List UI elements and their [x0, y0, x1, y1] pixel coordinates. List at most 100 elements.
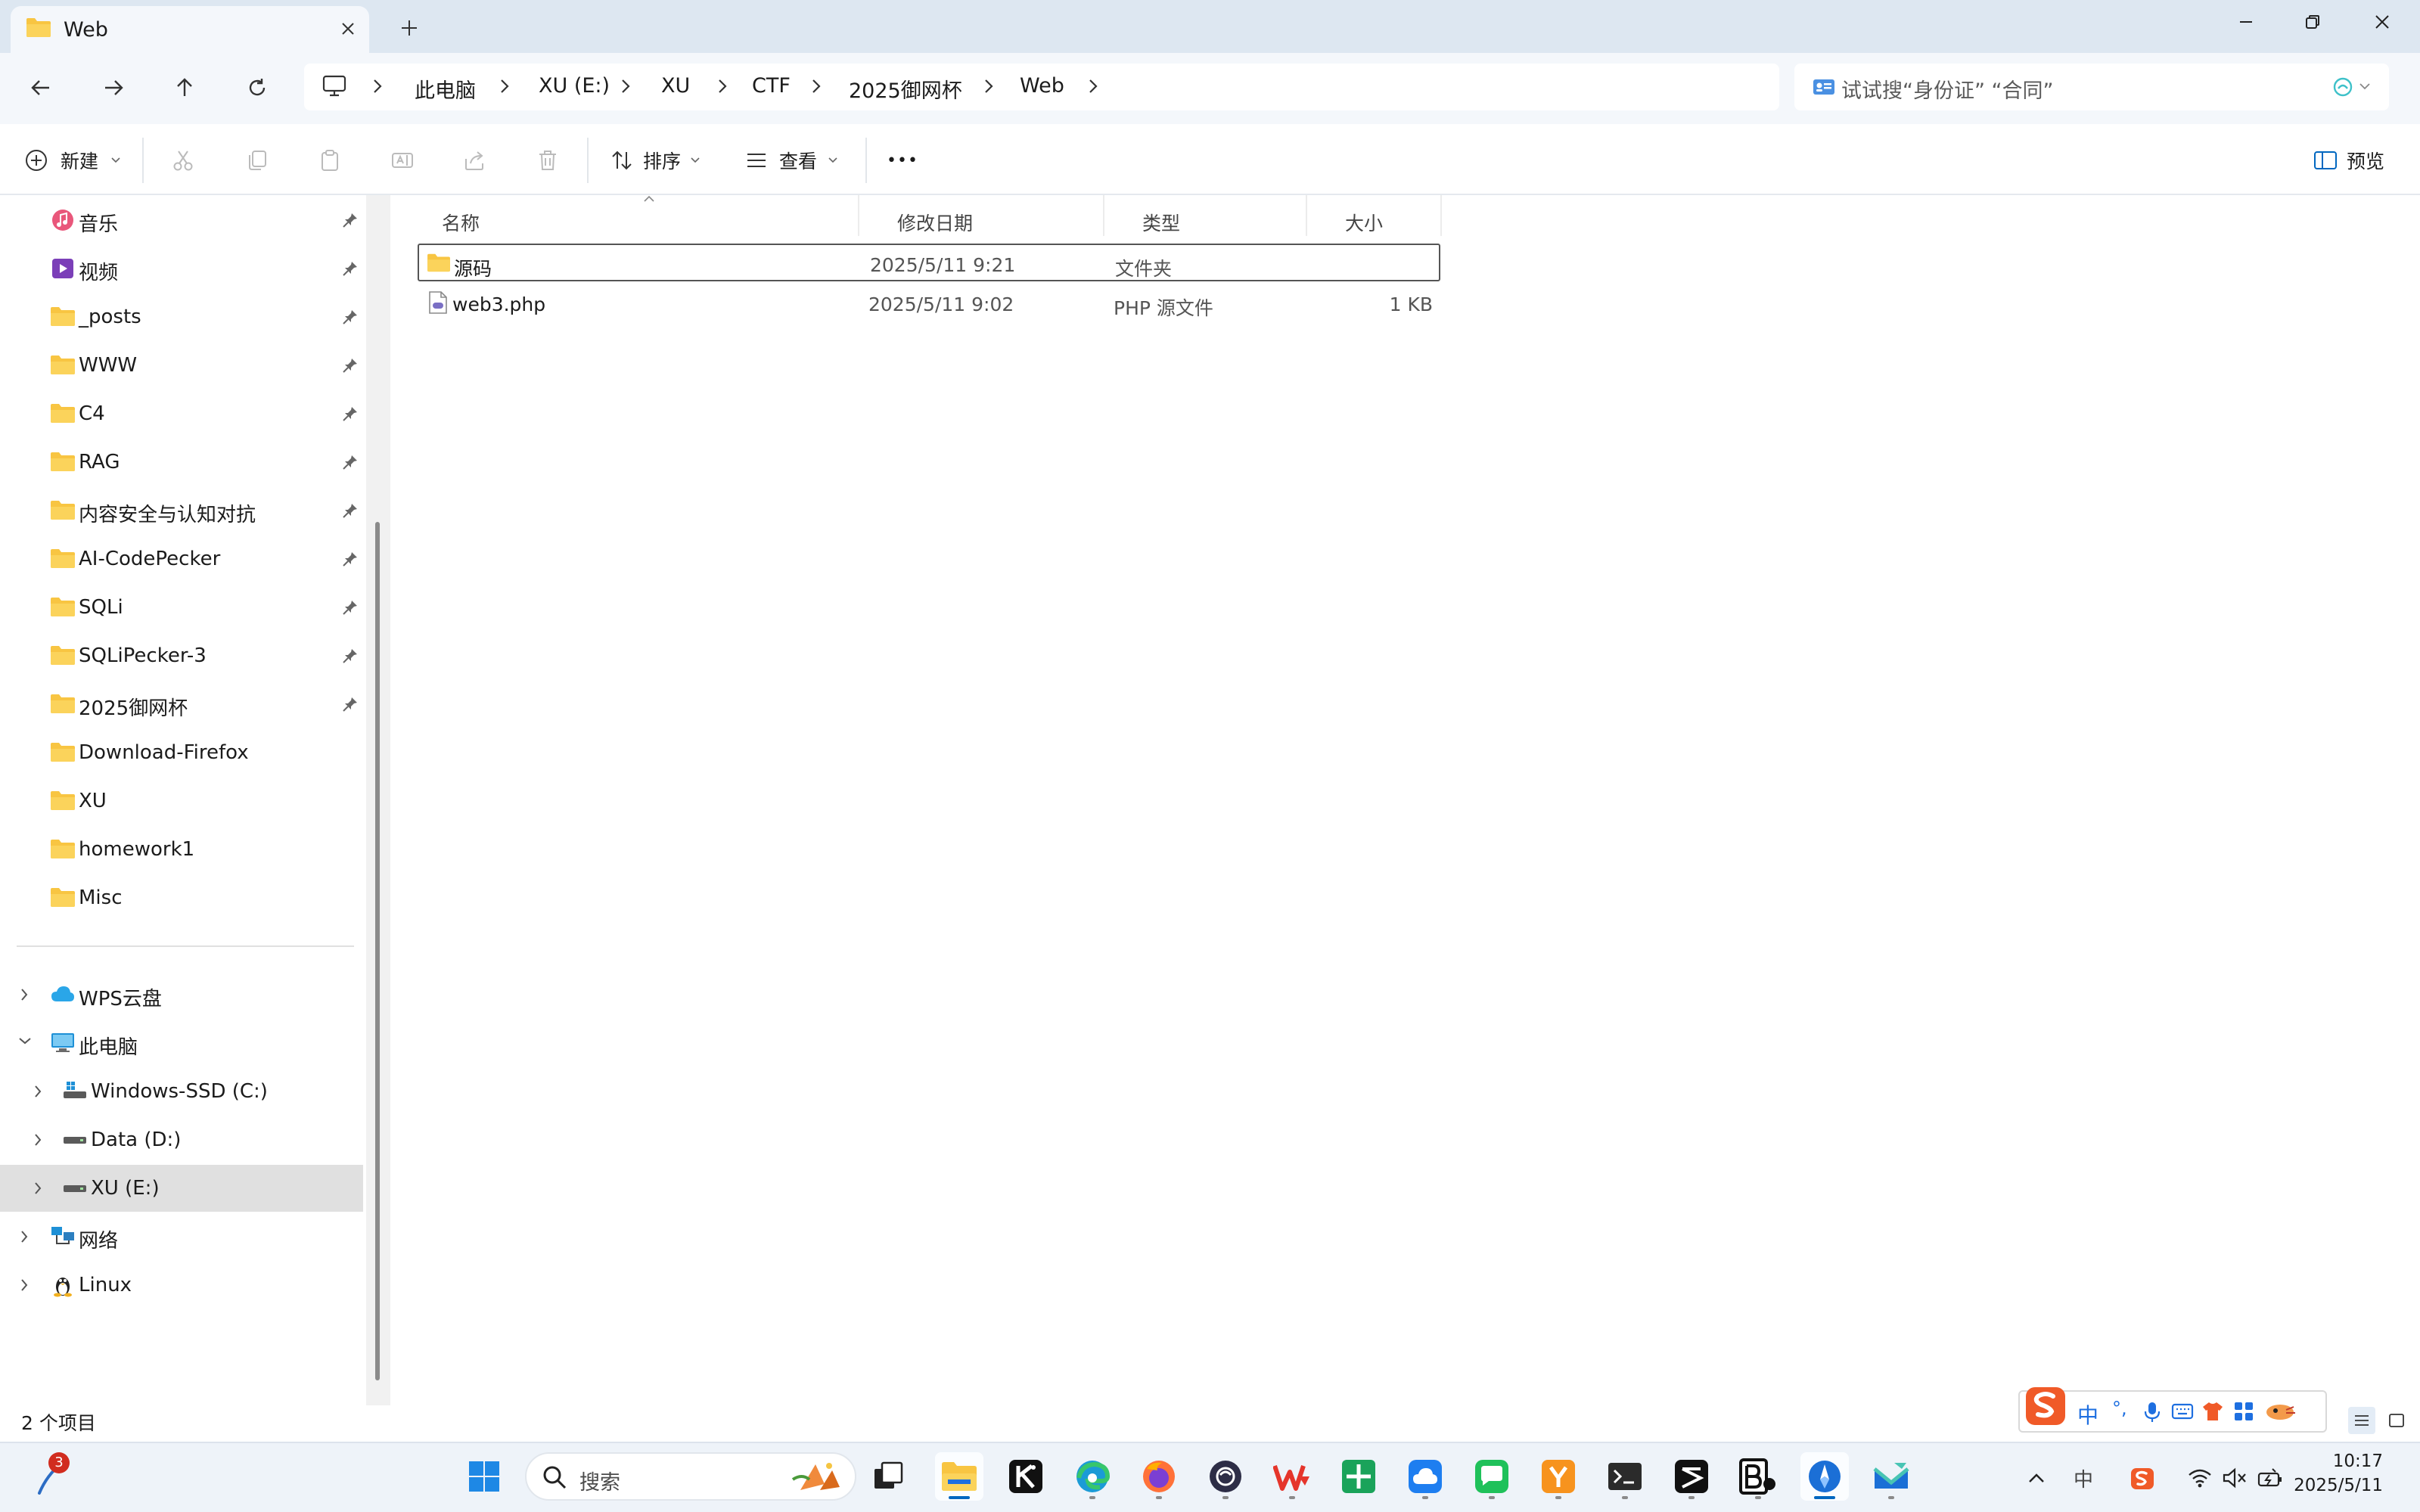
nav-item-homework1[interactable]: homework1: [0, 826, 363, 873]
pin-icon[interactable]: [342, 599, 359, 616]
chevron-right-icon[interactable]: [33, 1133, 42, 1147]
tiles-view-button[interactable]: [2383, 1407, 2410, 1434]
battery-charging-icon[interactable]: [2256, 1463, 2286, 1493]
close-window-button[interactable]: [2350, 0, 2415, 44]
breadcrumb-web[interactable]: Web: [1020, 74, 1064, 98]
spreadsheet-app[interactable]: [1334, 1452, 1383, 1501]
breadcrumb-drive-e[interactable]: XU (E:): [539, 74, 610, 98]
show-hidden-icons-button[interactable]: [2021, 1463, 2052, 1493]
ime-toolbar[interactable]: 中 °,: [2018, 1387, 2327, 1433]
nav-item-c4[interactable]: C4: [0, 390, 363, 437]
remote-app[interactable]: [1800, 1452, 1849, 1501]
refresh-button[interactable]: [235, 65, 280, 110]
close-tab-button[interactable]: [334, 15, 362, 42]
volume-muted-icon[interactable]: [2220, 1463, 2250, 1493]
tray-sogou-icon[interactable]: [2127, 1463, 2157, 1493]
nav-item-download-firefox[interactable]: Download-Firefox: [0, 729, 363, 776]
nav-item-sqlipecker-3[interactable]: SQLiPecker-3: [0, 632, 363, 679]
breadcrumb-2025-yuwangbei[interactable]: 2025御网杯: [849, 74, 962, 104]
back-button[interactable]: [18, 65, 64, 110]
nav-item-linux[interactable]: Linux: [0, 1262, 363, 1309]
yuque-app[interactable]: [1534, 1452, 1583, 1501]
table-row[interactable]: web3.php 2025/5/11 9:02 PHP 源文件 1 KB: [418, 284, 1440, 322]
pin-icon[interactable]: [342, 551, 359, 567]
table-row[interactable]: 源码 2025/5/11 9:21 文件夹: [418, 244, 1440, 281]
chatgpt-app[interactable]: [1201, 1452, 1250, 1501]
microphone-icon[interactable]: [2142, 1401, 2162, 1424]
chevron-right-icon[interactable]: [20, 988, 29, 1001]
breadcrumb-chevron-icon[interactable]: [717, 78, 728, 95]
details-view-button[interactable]: [2348, 1407, 2375, 1434]
cloud-drive-app[interactable]: [1401, 1452, 1449, 1501]
ime-punctuation-label[interactable]: °,: [2112, 1398, 2127, 1419]
toolbox-icon[interactable]: [2233, 1401, 2254, 1422]
chevron-down-icon[interactable]: [2359, 82, 2371, 91]
pin-icon[interactable]: [342, 454, 359, 470]
column-header-type[interactable]: 类型: [1104, 201, 1306, 239]
edge-app[interactable]: [1068, 1452, 1117, 1501]
column-divider[interactable]: [1440, 195, 1442, 236]
capcut-app[interactable]: [1667, 1452, 1716, 1501]
chevron-right-icon[interactable]: [20, 1278, 29, 1292]
nav-item-wps-cloud[interactable]: WPS云盘: [0, 971, 363, 1018]
nav-item-www[interactable]: WWW: [0, 342, 363, 389]
search-input[interactable]: 试试搜“身份证” “合同”: [1794, 64, 2389, 110]
more-options-button[interactable]: •••: [884, 142, 921, 179]
nav-item-sqli[interactable]: SQLi: [0, 584, 363, 631]
rename-button[interactable]: [384, 142, 421, 179]
nav-item-content-security[interactable]: 内容安全与认知对抗: [0, 487, 363, 534]
chevron-down-icon[interactable]: [18, 1036, 32, 1045]
nav-item-network[interactable]: 网络: [0, 1213, 363, 1260]
nav-item-this-pc[interactable]: 此电脑: [0, 1020, 363, 1066]
wechat-app[interactable]: [1468, 1452, 1516, 1501]
kali-app[interactable]: [1002, 1452, 1050, 1501]
pin-icon[interactable]: [342, 357, 359, 374]
wps-app[interactable]: [1268, 1452, 1316, 1501]
pin-icon[interactable]: [342, 647, 359, 664]
column-header-modified[interactable]: 修改日期: [859, 201, 1103, 239]
notes-app-button[interactable]: 3: [29, 1452, 77, 1501]
cut-button[interactable]: [165, 142, 201, 179]
preview-pane-button[interactable]: 预览: [2313, 142, 2384, 179]
terminal-app[interactable]: [1601, 1452, 1649, 1501]
nav-item-drive-c[interactable]: Windows-SSD (C:): [0, 1068, 363, 1115]
chevron-right-icon[interactable]: [20, 1230, 29, 1243]
share-button[interactable]: [457, 142, 493, 179]
up-button[interactable]: [162, 65, 207, 110]
task-view-button[interactable]: [864, 1452, 912, 1501]
chevron-right-icon[interactable]: [33, 1085, 42, 1098]
pin-icon[interactable]: [342, 212, 359, 228]
column-header-name[interactable]: 名称: [418, 195, 867, 239]
column-header-size[interactable]: 大小: [1307, 201, 1440, 239]
breadcrumb-chevron-icon[interactable]: [620, 78, 631, 95]
nav-item-ai-codepecker[interactable]: AI-CodePecker: [0, 536, 363, 582]
nav-item-xu[interactable]: XU: [0, 778, 363, 824]
new-tab-button[interactable]: [390, 11, 428, 45]
nav-item-posts[interactable]: _posts: [0, 293, 363, 340]
nav-item-drive-e[interactable]: XU (E:): [0, 1165, 363, 1212]
breadcrumb-chevron-icon[interactable]: [1088, 78, 1098, 95]
start-button[interactable]: [460, 1452, 508, 1501]
minimize-button[interactable]: [2213, 0, 2279, 44]
ime-mode-label[interactable]: 中: [2077, 1399, 2098, 1430]
delete-button[interactable]: [530, 142, 566, 179]
mascot-icon[interactable]: [2263, 1401, 2298, 1422]
breadcrumb-chevron-icon[interactable]: [372, 78, 383, 95]
new-button[interactable]: 新建: [24, 142, 121, 179]
tray-ime-indicator[interactable]: 中: [2068, 1463, 2098, 1493]
burpsuite-app[interactable]: [1734, 1452, 1782, 1501]
nav-item-video[interactable]: 视频: [0, 245, 363, 292]
taskbar-search[interactable]: 搜索: [525, 1452, 856, 1501]
pin-icon[interactable]: [342, 405, 359, 422]
chevron-right-icon[interactable]: [33, 1181, 42, 1195]
firefox-app[interactable]: [1135, 1452, 1183, 1501]
copy-button[interactable]: [239, 142, 275, 179]
paste-button[interactable]: [312, 142, 348, 179]
sogou-logo-icon[interactable]: [2023, 1381, 2070, 1428]
breadcrumb-chevron-icon[interactable]: [811, 78, 822, 95]
breadcrumb-chevron-icon[interactable]: [983, 78, 994, 95]
nav-scrollbar-thumb[interactable]: [375, 522, 380, 1380]
address-bar[interactable]: 此电脑 XU (E:) XU CTF 2025御网杯 Web: [304, 64, 1779, 110]
view-button[interactable]: 查看: [744, 142, 838, 179]
breadcrumb-chevron-icon[interactable]: [499, 78, 510, 95]
